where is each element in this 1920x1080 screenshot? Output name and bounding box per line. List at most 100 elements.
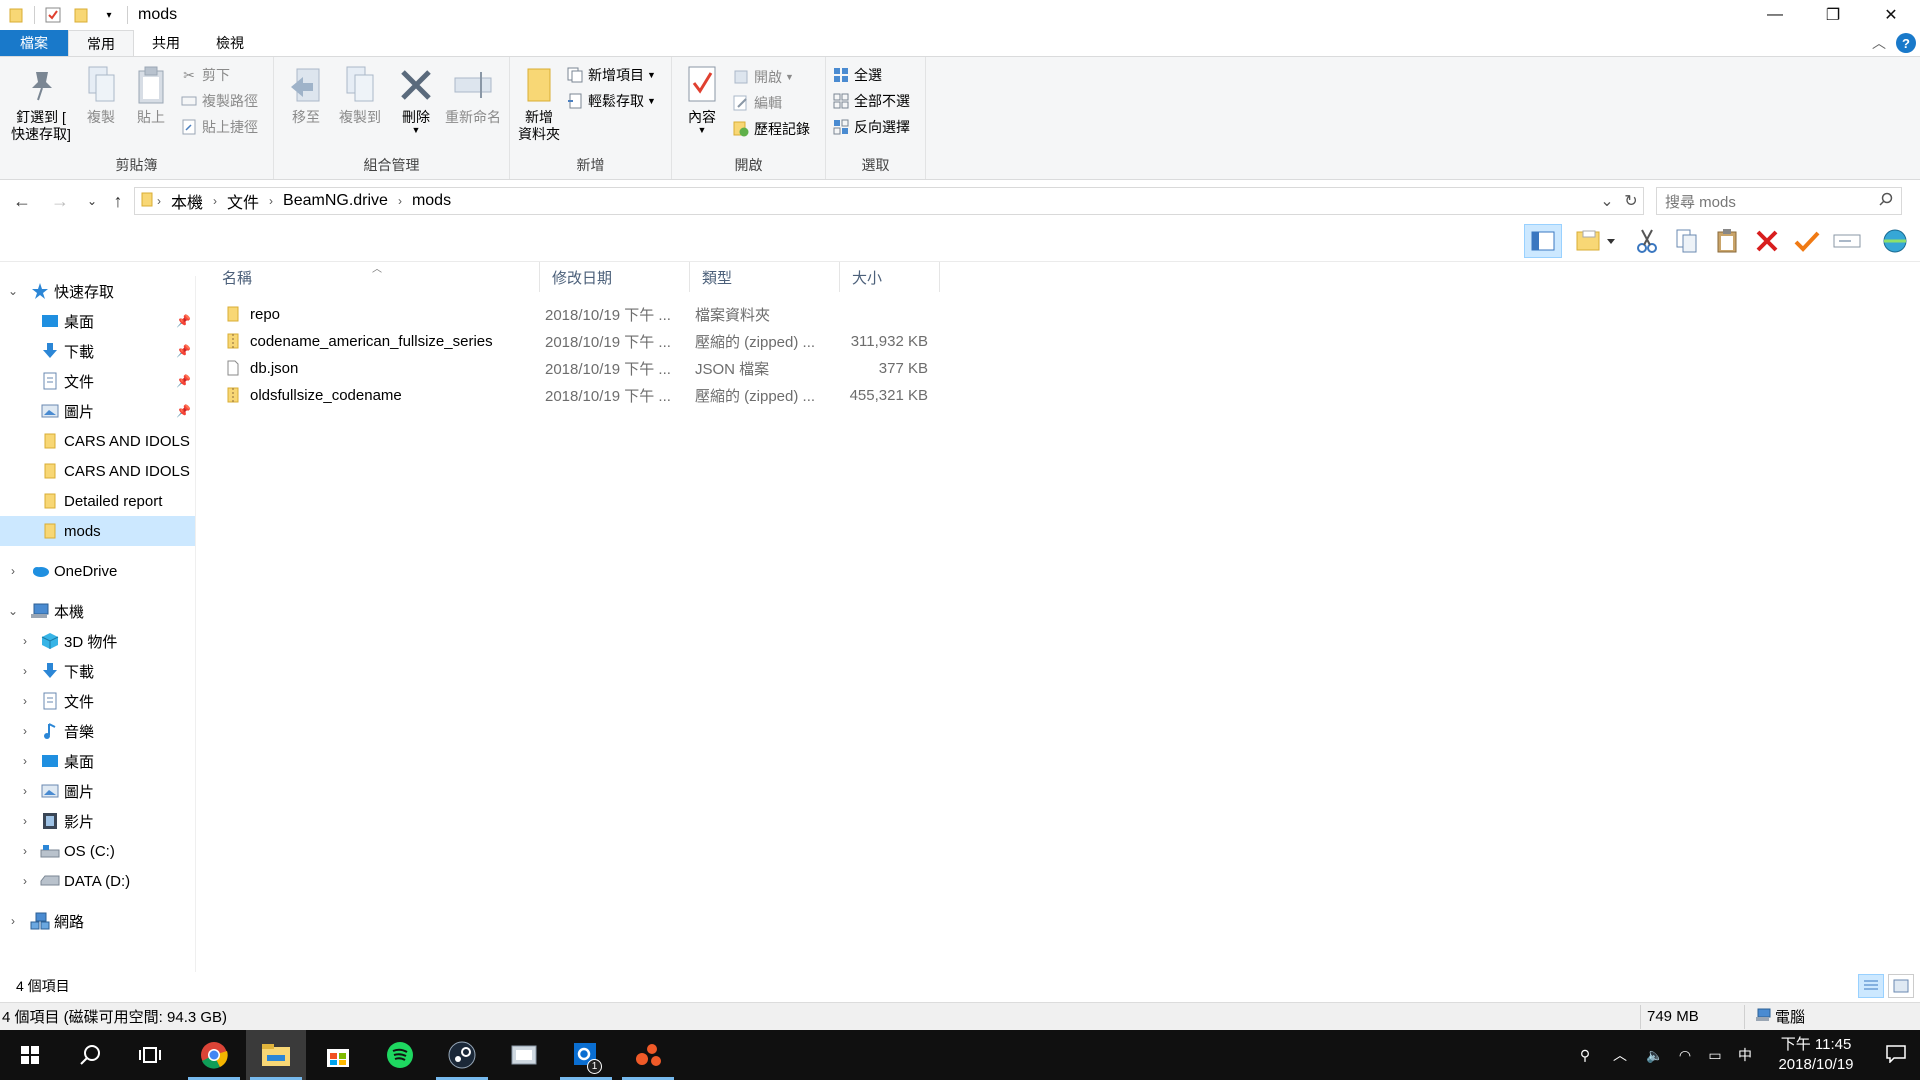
task-view-icon[interactable] bbox=[120, 1030, 180, 1080]
expand-chevron-right-icon[interactable]: › bbox=[6, 564, 20, 578]
breadcrumb-documents[interactable]: 文件 bbox=[227, 189, 259, 213]
nav-item-downloads[interactable]: 下載 📌 bbox=[0, 336, 195, 366]
open-button[interactable]: 開啟 ▼ bbox=[732, 65, 794, 89]
nav-onedrive[interactable]: › OneDrive bbox=[0, 556, 195, 586]
new-folder-dropdown-icon[interactable] bbox=[1570, 224, 1624, 258]
app-icon[interactable] bbox=[618, 1030, 678, 1080]
cut-button[interactable]: ✂ 剪下 bbox=[180, 63, 230, 87]
pin-quick-access-button[interactable]: 釘選到 [ 快速存取] bbox=[6, 63, 76, 143]
delete-dropdown-chevron-down-icon[interactable]: ▼ bbox=[412, 126, 421, 135]
expand-chevron-right-icon[interactable]: › bbox=[18, 844, 32, 858]
chrome-icon[interactable] bbox=[184, 1030, 244, 1080]
scissors-icon[interactable] bbox=[1628, 224, 1666, 258]
breadcrumb-chevron-icon[interactable]: › bbox=[157, 194, 161, 208]
expand-chevron-right-icon[interactable]: › bbox=[18, 754, 32, 768]
properties-icon[interactable] bbox=[44, 6, 62, 24]
recent-locations-chevron-down-icon[interactable]: ⌄ bbox=[78, 187, 106, 215]
nav-item-mods[interactable]: mods bbox=[0, 516, 195, 546]
expand-chevron-right-icon[interactable]: › bbox=[18, 634, 32, 648]
properties-button[interactable]: 內容 ▼ bbox=[682, 63, 722, 135]
breadcrumb-this-pc[interactable]: 本機 bbox=[171, 189, 203, 213]
pin-icon[interactable]: 📌 bbox=[176, 374, 191, 388]
search-input[interactable]: 搜尋 mods bbox=[1656, 187, 1902, 215]
breadcrumb-chevron-icon[interactable]: › bbox=[398, 194, 402, 208]
minimize-button[interactable]: — bbox=[1746, 0, 1804, 30]
expand-chevron-right-icon[interactable]: › bbox=[18, 724, 32, 738]
address-bar[interactable]: › 本機 › 文件 › BeamNG.drive › mods ⌄ ↻ bbox=[134, 187, 1644, 215]
clipboard-icon[interactable] bbox=[1708, 224, 1746, 258]
large-icons-view-icon[interactable] bbox=[1888, 974, 1914, 998]
delete-button[interactable]: 刪除 ▼ bbox=[394, 63, 438, 135]
expand-chevron-right-icon[interactable]: › bbox=[18, 694, 32, 708]
forward-arrow-icon[interactable]: → bbox=[46, 187, 74, 215]
app-icon[interactable] bbox=[494, 1030, 554, 1080]
table-row[interactable]: codename_american_fullsize_series 2018/1… bbox=[210, 328, 940, 354]
globe-icon[interactable] bbox=[1876, 224, 1914, 258]
nav-item-folder[interactable]: Detailed report bbox=[0, 486, 195, 516]
nav-item-3d-objects[interactable]: › 3D 物件 bbox=[0, 626, 195, 656]
table-row[interactable]: repo 2018/10/19 下午 ... 檔案資料夾 bbox=[210, 301, 940, 327]
nav-item-data-drive[interactable]: › DATA (D:) bbox=[0, 866, 195, 896]
customize-qat-chevron-down-icon[interactable]: ▾ bbox=[100, 6, 118, 24]
rename-icon[interactable] bbox=[1828, 224, 1866, 258]
nav-item-desktop[interactable]: › 桌面 bbox=[0, 746, 195, 776]
nav-quick-access[interactable]: ⌄ 快速存取 bbox=[0, 276, 195, 306]
outlook-icon[interactable]: 1 bbox=[556, 1030, 616, 1080]
help-button[interactable]: ? bbox=[1896, 33, 1916, 53]
nav-item-music[interactable]: › 音樂 bbox=[0, 716, 195, 746]
nav-item-videos[interactable]: › 影片 bbox=[0, 806, 195, 836]
store-icon[interactable] bbox=[308, 1030, 368, 1080]
history-button[interactable]: 歷程記錄 bbox=[732, 117, 810, 141]
wifi-icon[interactable]: ◠ bbox=[1670, 1047, 1700, 1064]
battery-icon[interactable]: ▭ bbox=[1700, 1047, 1730, 1064]
close-button[interactable]: ✕ bbox=[1862, 0, 1920, 30]
breadcrumb-beamng[interactable]: BeamNG.drive bbox=[283, 192, 388, 210]
expand-chevron-down-icon[interactable]: ⌄ bbox=[6, 604, 20, 618]
tab-file[interactable]: 檔案 bbox=[0, 30, 68, 56]
nav-item-desktop[interactable]: 桌面 📌 bbox=[0, 306, 195, 336]
easy-access-button[interactable]: 輕鬆存取 ▼ bbox=[566, 89, 656, 113]
steam-icon[interactable] bbox=[432, 1030, 492, 1080]
nav-item-folder[interactable]: CARS AND IDOLS bbox=[0, 426, 195, 456]
spotify-icon[interactable] bbox=[370, 1030, 430, 1080]
show-hidden-chevron-up-icon[interactable]: ︿ bbox=[1600, 1045, 1640, 1065]
invert-selection-button[interactable]: 反向選擇 bbox=[832, 115, 910, 139]
clock[interactable]: 下午 11:45 2018/10/19 bbox=[1766, 1035, 1866, 1075]
nav-item-pictures[interactable]: 圖片 📌 bbox=[0, 396, 195, 426]
expand-chevron-right-icon[interactable]: › bbox=[18, 874, 32, 888]
people-icon[interactable]: ⚲ bbox=[1570, 1047, 1600, 1064]
nav-item-pictures[interactable]: › 圖片 bbox=[0, 776, 195, 806]
column-header-size[interactable]: 大小 bbox=[840, 262, 940, 292]
refresh-icon[interactable]: ↻ bbox=[1619, 191, 1643, 211]
expand-chevron-right-icon[interactable]: › bbox=[18, 784, 32, 798]
column-header-name[interactable]: ︿ 名稱 bbox=[210, 262, 540, 292]
copy-button[interactable]: 複製 bbox=[80, 63, 122, 126]
nav-item-downloads[interactable]: › 下載 bbox=[0, 656, 195, 686]
expand-chevron-right-icon[interactable]: › bbox=[18, 664, 32, 678]
new-folder-icon[interactable] bbox=[72, 6, 90, 24]
tab-home[interactable]: 常用 bbox=[68, 30, 134, 56]
edit-button[interactable]: 編輯 bbox=[732, 91, 782, 115]
back-arrow-icon[interactable]: ← bbox=[8, 187, 36, 215]
breadcrumb-mods[interactable]: mods bbox=[412, 192, 451, 210]
expand-chevron-right-icon[interactable]: › bbox=[18, 814, 32, 828]
paste-button[interactable]: 貼上 bbox=[130, 63, 172, 126]
pin-icon[interactable]: 📌 bbox=[176, 314, 191, 328]
table-row[interactable]: oldsfullsize_codename 2018/10/19 下午 ... … bbox=[210, 382, 940, 408]
select-none-button[interactable]: 全部不選 bbox=[832, 89, 910, 113]
pin-icon[interactable]: 📌 bbox=[176, 404, 191, 418]
copy-icon[interactable] bbox=[1668, 224, 1706, 258]
navigation-pane-toggle-icon[interactable] bbox=[1524, 224, 1562, 258]
copy-path-button[interactable]: 複製路徑 bbox=[180, 89, 258, 113]
pin-icon[interactable]: 📌 bbox=[176, 344, 191, 358]
action-center-icon[interactable] bbox=[1872, 1044, 1920, 1066]
start-icon[interactable] bbox=[0, 1030, 60, 1080]
tab-view[interactable]: 檢視 bbox=[198, 30, 262, 56]
select-all-button[interactable]: 全選 bbox=[832, 63, 882, 87]
breadcrumb-chevron-icon[interactable]: › bbox=[213, 194, 217, 208]
search-icon[interactable] bbox=[60, 1030, 120, 1080]
table-row[interactable]: db.json 2018/10/19 下午 ... JSON 檔案 377 KB bbox=[210, 355, 940, 381]
nav-item-documents[interactable]: › 文件 bbox=[0, 686, 195, 716]
details-view-icon[interactable] bbox=[1858, 974, 1884, 998]
tab-share[interactable]: 共用 bbox=[134, 30, 198, 56]
